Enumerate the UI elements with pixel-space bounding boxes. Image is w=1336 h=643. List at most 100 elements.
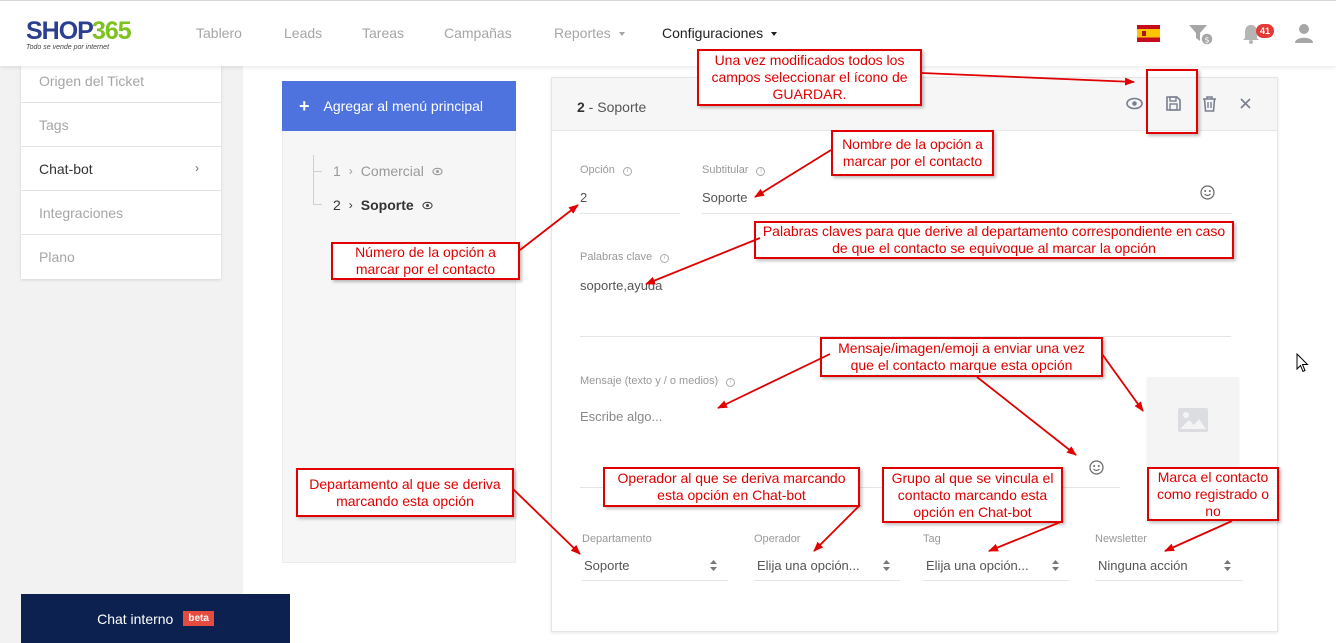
tag-select[interactable]: Elija una opción... (926, 558, 1029, 573)
emoji-picker-icon[interactable] (1089, 460, 1104, 475)
tree-connector-line (313, 155, 322, 205)
label-text: Subtitular (702, 164, 749, 176)
annotation-keywords: Palabras claves para que derive al depar… (754, 221, 1234, 259)
caret-down-icon (618, 32, 625, 37)
nav-tareas[interactable]: Tareas (362, 25, 404, 41)
keywords-input[interactable]: soporte,ayuda (580, 278, 662, 293)
image-upload-area[interactable] (1147, 377, 1239, 467)
logo-text-365: 365 (92, 17, 132, 45)
nav-label: Campañas (444, 25, 512, 41)
close-icon[interactable] (1237, 95, 1254, 112)
user-icon[interactable] (1294, 23, 1314, 45)
nav-tablero[interactable]: Tablero (196, 25, 242, 41)
nav-configuraciones[interactable]: Configuraciones (662, 25, 778, 41)
card-title-name: Soporte (597, 99, 647, 115)
message-textarea[interactable]: Escribe algo... (580, 409, 662, 424)
input-underline (582, 580, 728, 581)
subtitle-field-label: Subtitular i (702, 164, 766, 176)
input-underline (580, 213, 680, 214)
sidebar-item-tags[interactable]: Tags (21, 103, 221, 147)
nav-label: Leads (284, 25, 323, 41)
sidebar-item-plano[interactable]: Plano (21, 235, 221, 279)
select-arrows-icon (710, 560, 717, 571)
info-icon: i (726, 378, 736, 387)
logo-tagline: Todo se vende por internet (26, 44, 110, 51)
sidebar-item-label: Integraciones (39, 204, 124, 221)
newsletter-select[interactable]: Ninguna acción (1098, 558, 1188, 573)
annotation-tag: Grupo al que se vincula el contacto marc… (882, 467, 1063, 523)
select-arrows-icon (883, 560, 890, 571)
option-number-input[interactable]: 2 (580, 190, 587, 205)
nav-reportes[interactable]: Reportes (554, 25, 625, 41)
annotation-subtitle: Nombre de la opción a marcar por el cont… (831, 130, 994, 176)
sidebar-item-origen-ticket[interactable]: Origen del Ticket (21, 60, 221, 103)
tree-item-number: 1 (333, 163, 341, 179)
newsletter-field-label: Newsletter (1095, 533, 1147, 545)
chevron-right-icon: › (195, 161, 199, 175)
sidebar-item-label: Chat-bot (39, 160, 93, 177)
settings-sidebar: Origen del Ticket Tags Chat-bot › Integra… (21, 60, 221, 279)
internal-chat-bar[interactable]: Chat interno beta (21, 594, 290, 643)
image-icon (1178, 408, 1208, 432)
internal-chat-label: Chat interno (97, 610, 174, 627)
mouse-cursor-icon (1296, 353, 1309, 373)
annotation-operator: Operador al que se deriva marcando esta … (603, 467, 860, 507)
department-select[interactable]: Soporte (584, 558, 630, 573)
add-to-main-menu-label: Agregar al menú principal (323, 98, 484, 114)
nav-label: Reportes (554, 25, 611, 41)
label-text: Palabras clave (580, 251, 653, 263)
emoji-picker-icon[interactable] (1200, 185, 1215, 200)
message-field-label: Mensaje (texto y / o medios) i (580, 375, 736, 387)
tree-item-label: Soporte (360, 197, 414, 213)
annotation-option-number: Número de la opción a marcar por el cont… (331, 242, 520, 280)
label-text: Mensaje (texto y / o medios) (580, 375, 719, 387)
operator-select[interactable]: Elija una opción... (757, 558, 860, 573)
department-field-label: Departamento (582, 533, 652, 545)
chevron-right-icon: › (348, 198, 353, 212)
label-text: Opción (580, 164, 615, 176)
beta-badge: beta (183, 611, 214, 626)
spain-flag-icon[interactable] (1137, 25, 1160, 42)
input-underline (923, 580, 1069, 581)
nav-label: Tareas (362, 25, 405, 41)
info-icon: i (660, 254, 670, 263)
annotation-department: Departamento al que se deriva marcando e… (296, 468, 514, 517)
tree-item-comercial[interactable]: 1 › Comercial (333, 163, 443, 179)
option-field-label: Opción i (580, 164, 632, 176)
tree-item-soporte[interactable]: 2 › Soporte (333, 197, 433, 213)
keywords-field-label: Palabras clave i (580, 251, 670, 263)
annotation-save: Una vez modificados todos los campos sel… (697, 49, 922, 106)
nav-leads[interactable]: Leads (284, 25, 322, 41)
sidebar-item-chat-bot[interactable]: Chat-bot › (21, 147, 221, 191)
filter-money-icon[interactable]: $ (1188, 23, 1214, 45)
input-underline (1095, 580, 1243, 581)
subtitle-input[interactable]: Soporte (702, 190, 748, 205)
top-navbar: SHOP 365 Todo se vende por internet Tabl… (0, 0, 1336, 66)
tree-item-label: Comercial (360, 163, 424, 179)
info-icon: i (622, 167, 632, 176)
tree-item-number: 2 (333, 197, 341, 213)
input-underline (702, 213, 1232, 214)
sidebar-item-label: Plano (39, 249, 75, 265)
save-icon-highlight (1146, 69, 1198, 134)
info-icon: i (756, 167, 766, 176)
shop365-logo[interactable]: SHOP 365 Todo se vende por internet (26, 15, 146, 55)
trash-icon[interactable] (1201, 95, 1218, 112)
sidebar-item-label: Tags (39, 116, 69, 133)
notifications-badge: 41 (1256, 24, 1274, 38)
operator-field-label: Operador (754, 533, 801, 545)
eye-icon[interactable] (432, 166, 443, 177)
chevron-right-icon: › (348, 164, 353, 178)
sidebar-item-integraciones[interactable]: Integraciones (21, 191, 221, 235)
nav-label: Configuraciones (662, 25, 764, 41)
annotation-message: Mensaje/imagen/emoji a enviar una vez qu… (820, 337, 1103, 377)
select-arrows-icon (1224, 560, 1231, 571)
eye-icon[interactable] (422, 200, 433, 211)
eye-icon[interactable] (1126, 95, 1143, 112)
logo-text-shop: SHOP (26, 17, 94, 45)
select-arrows-icon (1052, 560, 1059, 571)
card-title: 2 - Soporte (577, 99, 646, 115)
nav-campanas[interactable]: Campañas (444, 25, 512, 41)
tag-field-label: Tag (923, 533, 941, 545)
add-to-main-menu-button[interactable]: + Agregar al menú principal (282, 81, 516, 131)
